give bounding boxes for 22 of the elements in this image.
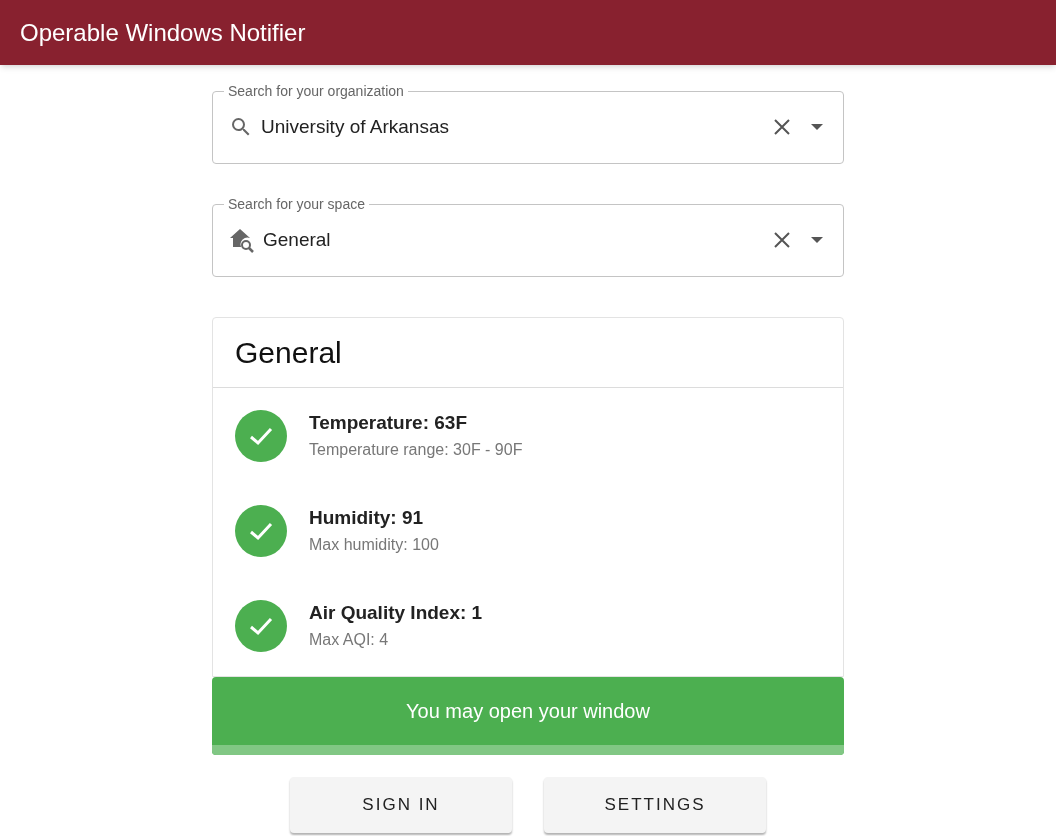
app-title: Operable Windows Notifier xyxy=(20,17,306,48)
metric-value: Temperature: 63F xyxy=(309,411,469,436)
banner-text: You may open your window xyxy=(406,699,650,724)
clear-icon[interactable] xyxy=(773,118,791,136)
field-label: Search for your space xyxy=(227,196,366,212)
metric-limit: Max AQI: 4 xyxy=(309,629,390,650)
clear-icon[interactable] xyxy=(773,231,791,249)
autocomplete-field[interactable]: Search for your organization University of Arkansas xyxy=(212,83,844,164)
metric-limit: Max humidity: 100 xyxy=(309,534,439,555)
action-button[interactable]: SETTINGS xyxy=(544,777,766,833)
metric-value: Humidity: 91 xyxy=(309,506,425,531)
field-value: University of Arkansas xyxy=(261,114,450,139)
card-title: General xyxy=(235,335,342,371)
dropdown-caret-icon[interactable] xyxy=(811,237,823,243)
metric-limit: Temperature range: 30F - 90F xyxy=(309,439,523,460)
house-search-icon xyxy=(229,227,255,253)
dropdown-caret-icon[interactable] xyxy=(811,124,823,130)
metric-value: Air Quality Index: 1 xyxy=(309,601,483,626)
field-label: Search for your organization xyxy=(227,83,405,99)
autocomplete-field[interactable]: Search for your space General xyxy=(212,196,844,277)
action-button[interactable]: SIGN IN xyxy=(290,777,512,833)
field-value: General xyxy=(263,227,332,252)
